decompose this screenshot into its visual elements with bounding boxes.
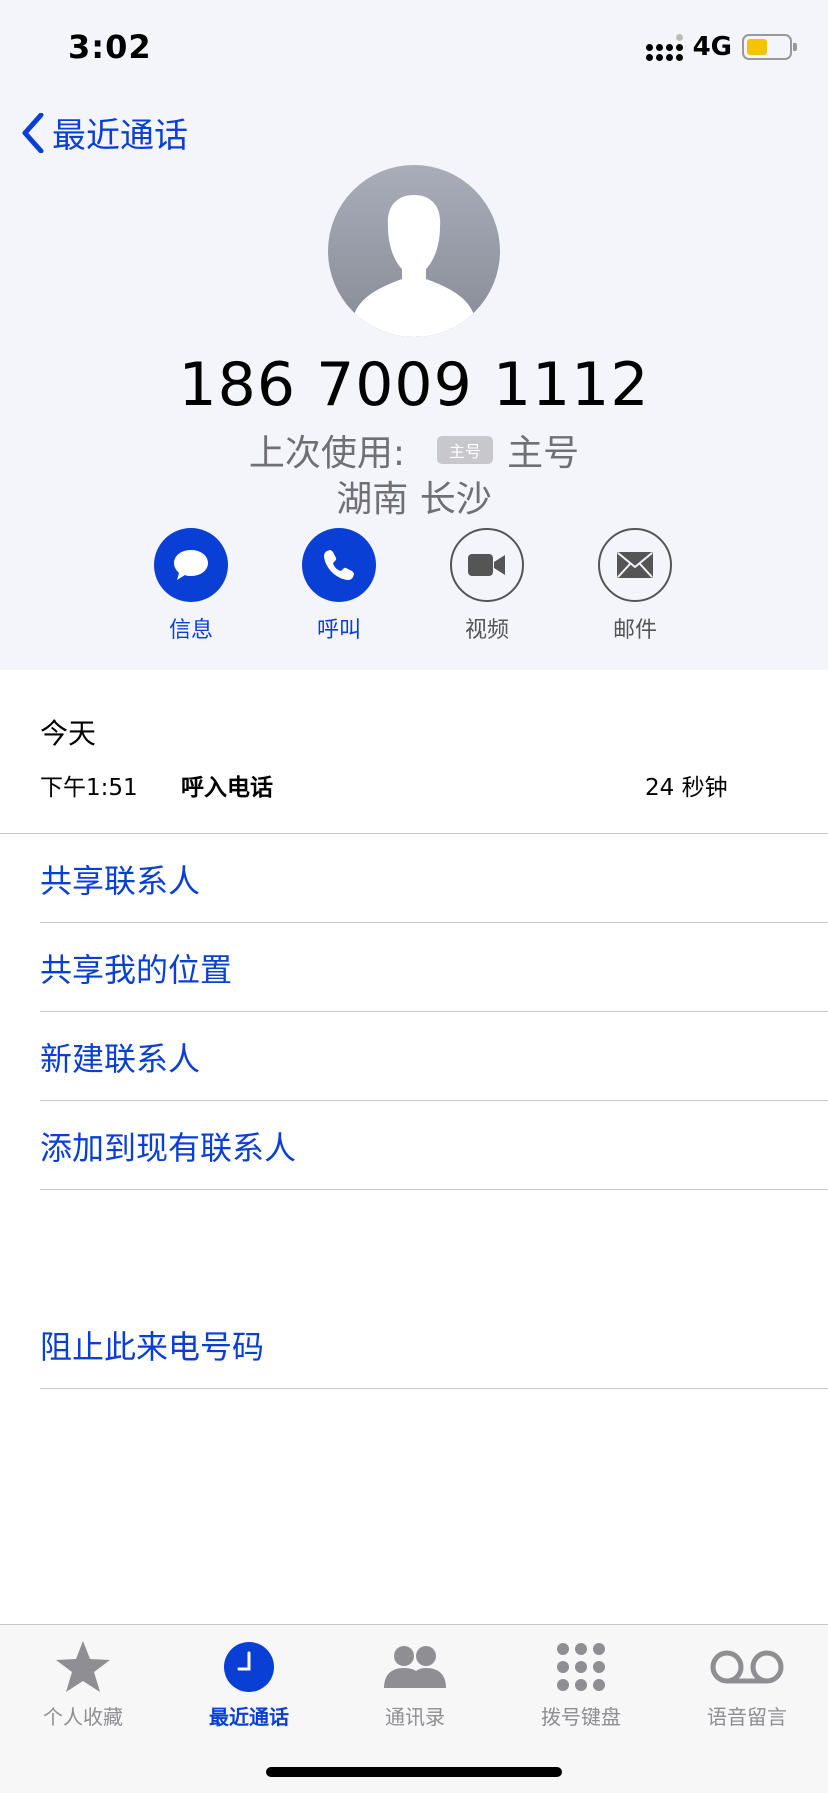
message-icon <box>174 550 208 580</box>
location: 湖南 长沙 <box>336 479 492 520</box>
video-icon <box>468 554 505 576</box>
tab-voicemail[interactable]: 语音留言 <box>664 1637 828 1730</box>
voicemail-icon <box>710 1650 784 1684</box>
tab-label: 拨号键盘 <box>541 1705 621 1729</box>
call-time: 下午1:51 <box>40 775 138 801</box>
video-label: 视频 <box>464 618 509 643</box>
divider <box>0 833 828 834</box>
mail-button[interactable]: 邮件 <box>598 528 672 644</box>
block-caller-button[interactable]: 阻止此来电号码 <box>40 1322 264 1368</box>
signal-icon <box>645 33 683 61</box>
video-button[interactable]: 视频 <box>450 528 524 644</box>
contact-header: 3:02 4G 最近通话 186 7009 1112 上次使用: 主号 主号 湖… <box>0 0 828 670</box>
call-duration: 24 秒钟 <box>645 775 728 801</box>
call-button[interactable]: 呼叫 <box>302 528 376 644</box>
contacts-icon <box>384 1646 446 1688</box>
call-type: 呼入电话 <box>181 775 273 801</box>
tab-label: 语音留言 <box>707 1705 787 1729</box>
share-contact-button[interactable]: 共享联系人 <box>40 856 200 902</box>
back-button[interactable]: 最近通话 <box>22 108 188 157</box>
call-label: 呼叫 <box>316 618 361 643</box>
phone-icon <box>324 550 354 580</box>
back-label: 最近通话 <box>52 116 188 156</box>
phone-number: 186 7009 1112 <box>178 350 650 420</box>
history-day: 今天 <box>40 717 97 750</box>
tab-label: 个人收藏 <box>43 1705 123 1729</box>
divider <box>40 1388 828 1389</box>
tab-favorites[interactable]: 个人收藏 <box>0 1637 166 1730</box>
tab-keypad[interactable]: 拨号键盘 <box>498 1637 664 1730</box>
share-location-button[interactable]: 共享我的位置 <box>40 945 232 991</box>
star-icon <box>56 1641 110 1692</box>
divider <box>40 1011 828 1012</box>
call-history-row: 下午1:51 呼入电话 24 秒钟 <box>40 768 730 801</box>
new-contact-button[interactable]: 新建联系人 <box>40 1034 200 1080</box>
status-time: 3:02 <box>68 28 152 66</box>
divider <box>40 922 828 923</box>
keypad-icon <box>557 1643 605 1691</box>
mail-icon <box>617 552 653 578</box>
status-indicators: 4G <box>645 32 797 62</box>
mail-label: 邮件 <box>612 618 657 643</box>
home-indicator[interactable] <box>266 1767 562 1777</box>
tab-contacts[interactable]: 通讯录 <box>332 1637 498 1730</box>
last-used-label: 上次使用: <box>248 433 406 474</box>
tab-label: 最近通话 <box>209 1705 289 1729</box>
message-label: 信息 <box>168 618 213 643</box>
sim-name: 主号 <box>507 433 580 474</box>
divider <box>40 1100 828 1101</box>
tab-label: 通讯录 <box>385 1705 445 1729</box>
network-type: 4G <box>692 32 732 62</box>
message-button[interactable]: 信息 <box>154 528 228 644</box>
contact-avatar <box>328 165 500 337</box>
battery-icon <box>742 34 797 60</box>
sim-badge: 主号 <box>437 436 494 464</box>
last-used-line: 上次使用: 主号 主号 <box>0 424 828 476</box>
clock-icon <box>224 1642 274 1692</box>
add-to-existing-button[interactable]: 添加到现有联系人 <box>40 1123 296 1169</box>
person-silhouette-icon <box>354 195 474 337</box>
divider <box>40 1189 828 1190</box>
tab-recents[interactable]: 最近通话 <box>166 1637 332 1730</box>
chevron-left-icon <box>22 112 44 153</box>
